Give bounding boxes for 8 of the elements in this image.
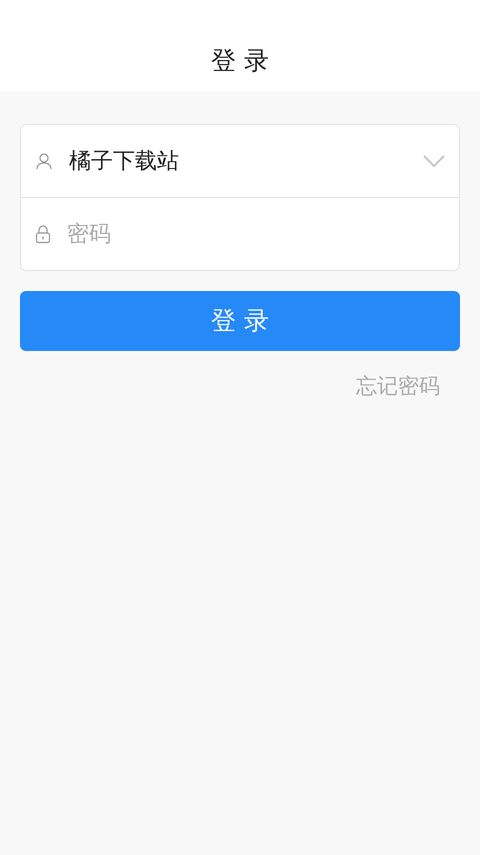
password-field[interactable]: 密码 [67, 218, 445, 250]
lock-icon [35, 224, 51, 244]
login-button[interactable]: 登 录 [20, 291, 460, 351]
forgot-password-link[interactable]: 忘记密码 [356, 371, 440, 402]
username-field[interactable]: 橘子下载站 [69, 144, 423, 178]
page-title: 登 录 [211, 44, 269, 76]
user-icon [35, 152, 53, 170]
chevron-down-icon[interactable] [423, 155, 445, 167]
